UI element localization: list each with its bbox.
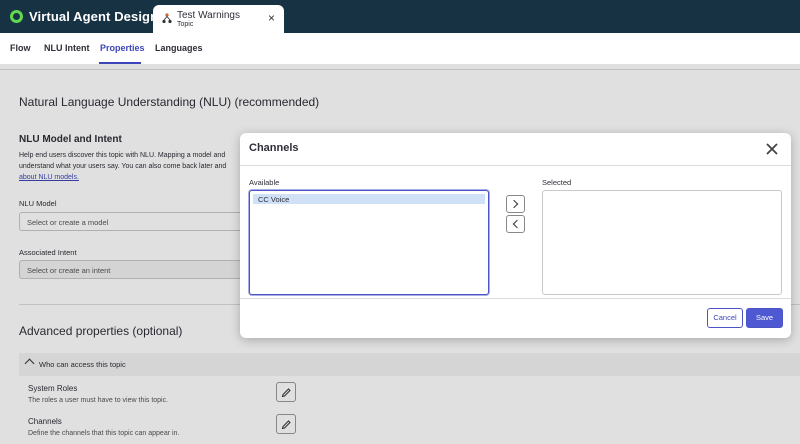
tab-flow[interactable]: Flow (10, 43, 31, 53)
tab-nlu-intent[interactable]: NLU Intent (44, 43, 90, 53)
close-tab-icon[interactable]: × (268, 12, 275, 24)
channels-modal: Channels Available CC Voice Selected Can… (240, 133, 791, 338)
move-right-button[interactable] (506, 195, 525, 213)
topic-tabs: Flow NLU Intent Properties Languages (0, 33, 800, 64)
move-left-button[interactable] (506, 215, 525, 233)
divider (240, 165, 791, 166)
document-tab-subtitle: Topic (177, 21, 194, 28)
tab-languages[interactable]: Languages (155, 43, 203, 53)
tab-properties[interactable]: Properties (100, 43, 145, 53)
document-tab-title: Test Warnings (177, 10, 240, 21)
available-listbox[interactable]: CC Voice (249, 190, 489, 295)
topic-flow-icon (162, 13, 172, 24)
available-label: Available (249, 178, 280, 187)
cancel-button[interactable]: Cancel (707, 308, 743, 328)
chevron-right-icon (509, 199, 519, 209)
list-item[interactable]: CC Voice (253, 194, 485, 204)
save-button[interactable]: Save (746, 308, 783, 328)
app-title: Virtual Agent Designer (29, 9, 171, 24)
divider (240, 298, 791, 299)
app-header: Virtual Agent Designer Test Warnings Top… (0, 0, 800, 33)
document-tab[interactable]: Test Warnings Topic × (153, 5, 284, 33)
selected-listbox[interactable] (542, 190, 782, 295)
close-icon[interactable] (765, 142, 779, 156)
modal-title: Channels (249, 142, 299, 154)
chevron-left-icon (512, 219, 522, 229)
ring-logo-icon (10, 10, 23, 23)
selected-label: Selected (542, 178, 572, 187)
brand[interactable]: Virtual Agent Designer (10, 9, 171, 24)
